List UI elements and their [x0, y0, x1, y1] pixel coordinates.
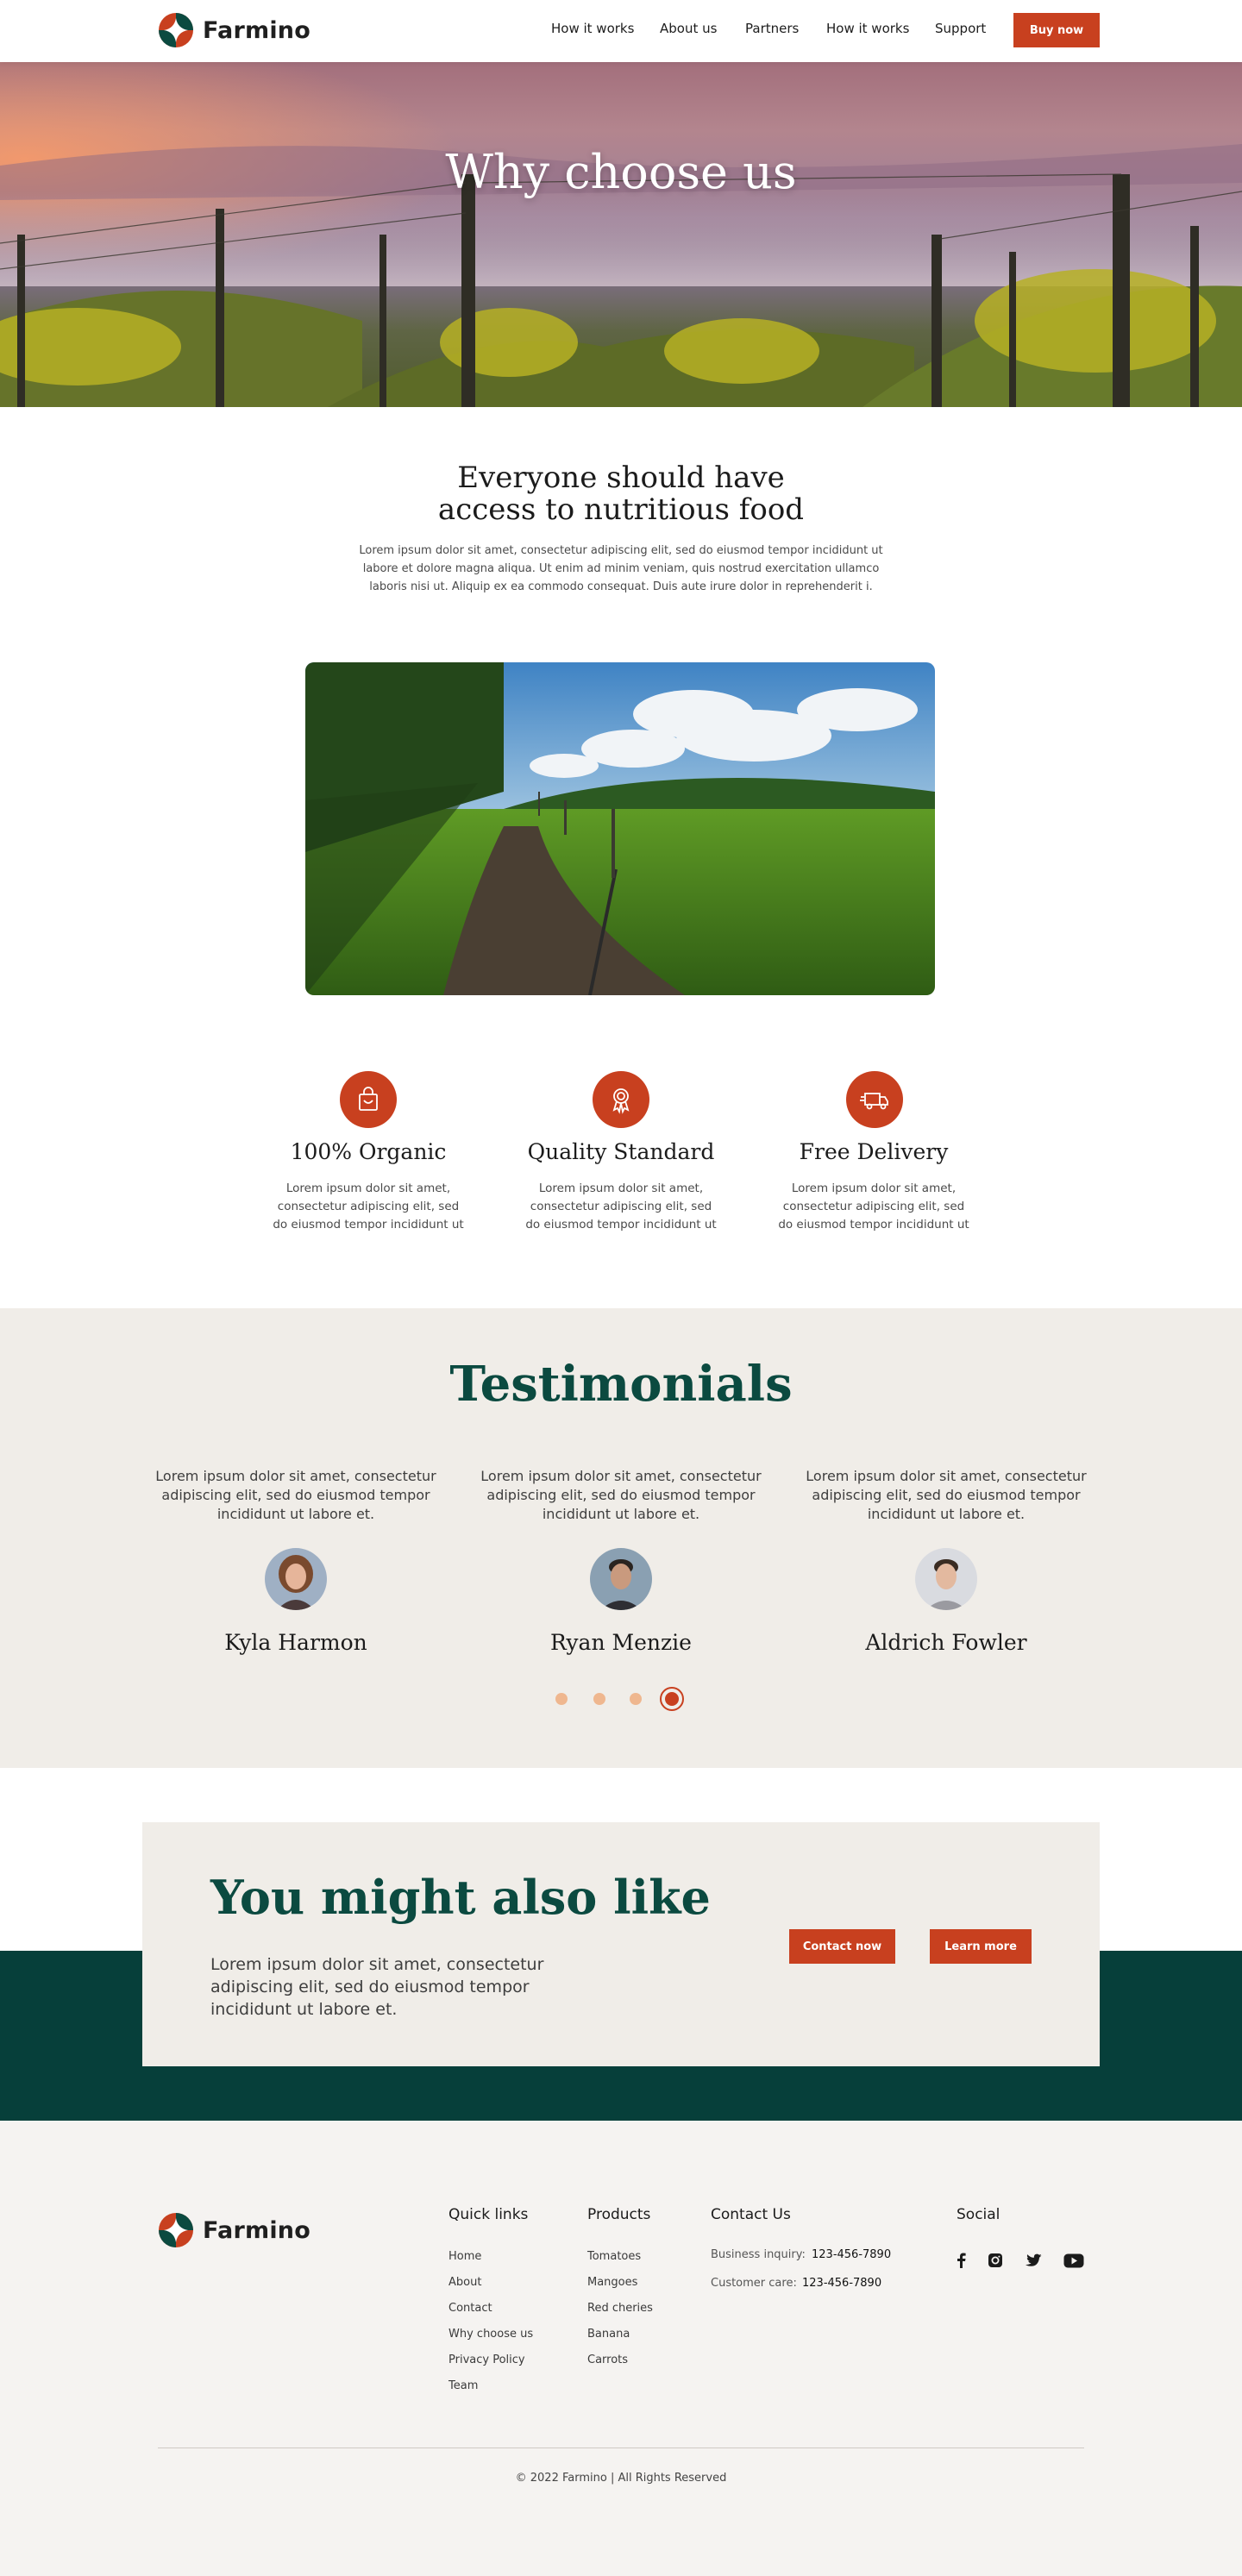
contact-heading: Contact Us: [711, 2206, 791, 2223]
avatar: [590, 1548, 652, 1610]
footer-link-home[interactable]: Home: [448, 2250, 481, 2263]
social-heading: Social: [957, 2206, 1000, 2223]
testimonial-quote: Lorem ipsum dolor sit amet, consectetur …: [155, 1468, 436, 1522]
testimonial-quote: Lorem ipsum dolor sit amet, consectetur …: [806, 1468, 1087, 1522]
footer-brand-name: Farmino: [203, 2216, 310, 2244]
carousel-dot-4-active[interactable]: [660, 1687, 684, 1711]
products-heading: Products: [587, 2206, 651, 2223]
footer-product-carrots[interactable]: Carrots: [587, 2353, 628, 2366]
footer-product-red-cheries[interactable]: Red cheries: [587, 2302, 653, 2315]
testimonial-quote: Lorem ipsum dolor sit amet, consectetur …: [480, 1468, 762, 1522]
feature-text-delivery: Lorem ipsum dolor sit amet, consectetur …: [778, 1181, 969, 1232]
intro-text: Lorem ipsum dolor sit amet, consectetur …: [359, 544, 883, 593]
footer-product-banana[interactable]: Banana: [587, 2328, 630, 2341]
intro-title-line2: access to nutritious food: [437, 492, 805, 527]
footer-link-about[interactable]: About: [448, 2276, 481, 2289]
brand-name: Farmino: [203, 16, 310, 44]
learn-more-button[interactable]: Learn more: [930, 1929, 1032, 1964]
footer-product-mangoes[interactable]: Mangoes: [587, 2276, 637, 2289]
testimonials-title: Testimonials: [449, 1356, 793, 1413]
testimonial-name: Aldrich Fowler: [865, 1630, 1027, 1655]
customer-care-phone[interactable]: 123-456-7890: [802, 2277, 881, 2290]
field-path-image: [305, 662, 935, 995]
copyright-text: © 2022 Farmino | All Rights Reserved: [515, 2472, 727, 2485]
nav-how-it-works-2[interactable]: How it works: [826, 21, 909, 36]
avatar: [265, 1548, 327, 1610]
cta-title: You might also like: [210, 1870, 711, 1925]
avatar: [915, 1548, 977, 1610]
business-inquiry-label: Business inquiry:: [711, 2248, 806, 2261]
quick-links-heading: Quick links: [448, 2206, 529, 2223]
testimonial-name: Ryan Menzie: [550, 1630, 692, 1655]
instagram-icon[interactable]: [985, 2250, 1006, 2271]
buy-now-button[interactable]: Buy now: [1013, 13, 1100, 47]
facebook-icon[interactable]: [950, 2250, 971, 2271]
top-navbar: Farmino How it works About us Partners H…: [0, 0, 1242, 62]
logo-icon: [159, 2213, 193, 2247]
contact-now-button[interactable]: Contact now: [789, 1929, 895, 1964]
footer-link-team[interactable]: Team: [448, 2379, 478, 2392]
intro-title-line1: Everyone should have: [457, 461, 785, 495]
hero-title: Why choose us: [445, 145, 797, 199]
feature-title-quality: Quality Standard: [527, 1139, 715, 1164]
delivery-truck-icon: [846, 1071, 903, 1128]
feature-title-organic: 100% Organic: [290, 1139, 447, 1164]
business-phone[interactable]: 123-456-7890: [812, 2248, 891, 2261]
shopping-bag-icon: [340, 1071, 397, 1128]
twitter-icon[interactable]: [1023, 2250, 1044, 2271]
testimonial-name: Kyla Harmon: [224, 1630, 367, 1655]
carousel-dot-1[interactable]: [555, 1693, 568, 1705]
footer-link-contact[interactable]: Contact: [448, 2302, 492, 2315]
nav-partners[interactable]: Partners: [745, 21, 799, 36]
award-medal-icon: [593, 1071, 649, 1128]
nav-about-us[interactable]: About us: [660, 21, 717, 36]
logo-icon: [159, 13, 193, 47]
vineyard-image: [0, 62, 1242, 407]
footer: [0, 2121, 1242, 2576]
feature-text-organic: Lorem ipsum dolor sit amet, consectetur …: [273, 1181, 464, 1232]
footer-brand-logo[interactable]: Farmino: [158, 2212, 310, 2248]
carousel-dot-3[interactable]: [630, 1693, 642, 1705]
footer-link-why-choose-us[interactable]: Why choose us: [448, 2328, 533, 2341]
customer-care-label: Customer care:: [711, 2277, 797, 2290]
footer-product-tomatoes[interactable]: Tomatoes: [587, 2250, 641, 2263]
countryside-photo: [305, 662, 935, 995]
nav-support[interactable]: Support: [935, 21, 986, 36]
feature-title-delivery: Free Delivery: [799, 1139, 949, 1164]
feature-text-quality: Lorem ipsum dolor sit amet, consectetur …: [525, 1181, 717, 1232]
brand-logo[interactable]: Farmino: [158, 12, 310, 48]
carousel-dot-2[interactable]: [593, 1693, 605, 1705]
hero-banner: Why choose us: [0, 62, 1242, 407]
footer-link-privacy-policy[interactable]: Privacy Policy: [448, 2353, 525, 2366]
cta-text: Lorem ipsum dolor sit amet, consectetur …: [210, 1955, 544, 2019]
youtube-icon[interactable]: [1063, 2250, 1084, 2271]
nav-how-it-works[interactable]: How it works: [551, 21, 634, 36]
